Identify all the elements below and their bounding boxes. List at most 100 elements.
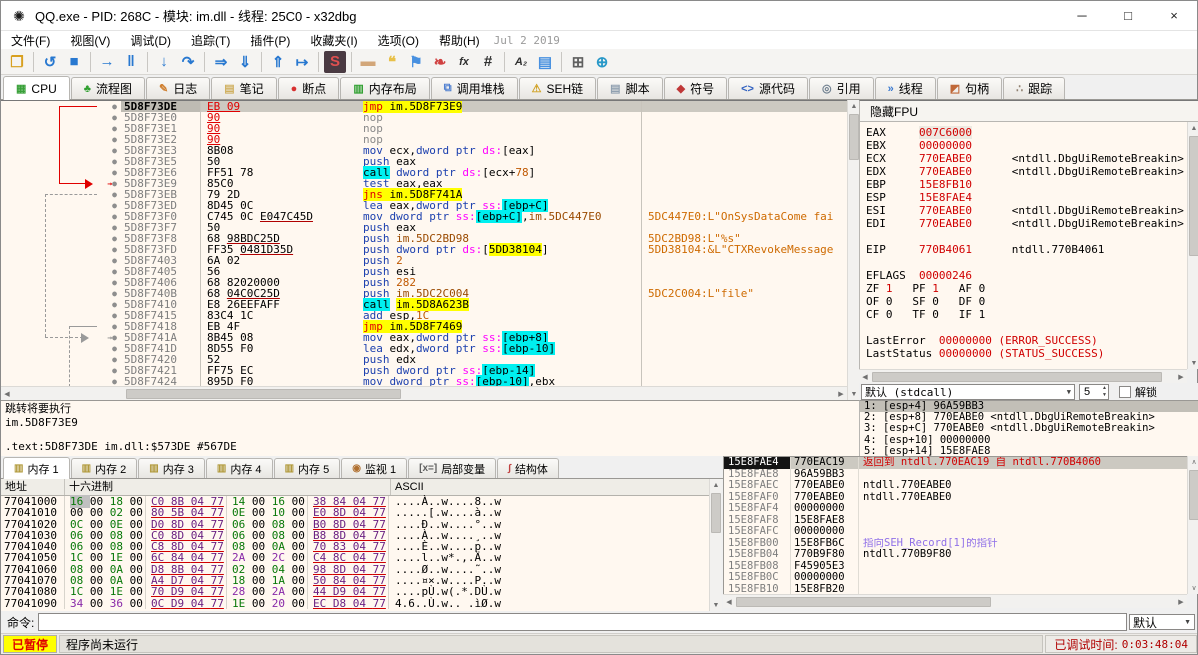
register-line[interactable]: EIP 770B4061 ntdll.770B4061 [866,243,1187,256]
breakpoint-dot[interactable]: ● [97,211,121,222]
breakpoint-dot[interactable]: ● [97,321,121,332]
menu-item[interactable]: 插件(P) [240,31,300,50]
hex-byte[interactable]: EC [313,597,333,610]
tab-符号[interactable]: ◆符号 [664,77,727,99]
label-icon[interactable]: ⚑ [405,51,427,73]
unlock-checkbox[interactable] [1119,386,1131,398]
disasm-vscrollbar[interactable]: ▲ ▼ [847,100,859,400]
breakpoint-dot[interactable]: ● [97,222,121,233]
run-to-user-code-icon[interactable]: ↦ [291,51,313,73]
register-line[interactable]: LastError 00000000 (ERROR_SUCCESS) [866,334,1187,347]
breakpoint-dot[interactable]: ● [97,156,121,167]
tab-句柄[interactable]: ◩句柄 [937,77,1002,99]
menu-item[interactable]: 追踪(T) [181,31,240,50]
register-line[interactable]: EFLAGS 00000246 [866,269,1187,282]
scroll-thumb[interactable] [1189,470,1198,520]
scroll-thumb[interactable] [126,389,401,399]
stack-row[interactable]: 15E8FAFC00000000 [724,526,1187,538]
register-line[interactable]: EBP 15E8FB10 [866,178,1187,191]
tab-SEH链[interactable]: ⚠SEH链 [519,77,597,99]
register-line[interactable] [866,256,1187,269]
hex-byte[interactable]: 34 [70,597,90,610]
command-profile-select[interactable]: 默认 ▼ [1129,614,1195,630]
register-line[interactable]: ZF 1 PF 1 AF 0 [866,282,1187,295]
hex-byte[interactable]: D8 [333,597,353,610]
appearance-icon[interactable]: A₂ [510,51,532,73]
step-into-icon[interactable]: ↓ [153,51,175,73]
command-input[interactable] [38,613,1127,631]
stack-row[interactable]: 15E8FAF400000000 [724,503,1187,515]
registers-pane[interactable]: EAX 007C6000EBX 00000000ECX 770EABE0 <nt… [859,122,1187,369]
help-icon[interactable]: ⊕ [591,51,613,73]
registers-vscrollbar[interactable]: ▲ ▼ [1187,122,1198,369]
register-line[interactable] [866,360,1187,369]
hex-byte[interactable]: 77 [373,597,386,610]
breakpoint-dot[interactable]: ● [97,255,121,266]
breakpoint-dot[interactable]: ● [97,365,121,376]
breakpoint-dot[interactable]: →● [97,178,121,189]
call-arg-row[interactable]: 5: [esp+14] 15E8FAE8 [860,446,1198,456]
register-line[interactable] [866,230,1187,243]
register-line[interactable]: EDX 770EABE0 <ntdll.DbgUiRemoteBreakin> [866,165,1187,178]
tab-引用[interactable]: ◎引用 [809,77,874,99]
breakpoint-dot[interactable]: ● [97,123,121,134]
hex-byte[interactable]: 04 [191,597,211,610]
disassembly-pane[interactable]: ●5D8F73DEEB 09jmp im.5D8F73E9●5D8F73E090… [1,100,847,400]
minimize-button[interactable]: ─ [1059,2,1105,30]
stack-row[interactable]: 15E8FB04770B9F80ntdll.770B9F80 [724,549,1187,561]
stack-pane[interactable]: 15E8FAE4770EAC19返回到 ntdll.770EAC19 自 ntd… [723,456,1187,594]
menu-item[interactable]: 调试(D) [120,31,181,50]
stack-row[interactable]: 15E8FAE4770EAC19返回到 ntdll.770EAC19 自 ntd… [724,457,1187,469]
hex-byte[interactable]: 0C [151,597,171,610]
scroll-left-icon[interactable]: ◀ [723,596,735,608]
memory-dump-pane[interactable]: 地址 十六进制 ASCII 7704100016 00 18 00C0 8B 0… [1,479,709,611]
breakpoint-dot[interactable]: ● [97,266,121,277]
breakpoint-dot[interactable]: ● [97,299,121,310]
patch-icon[interactable]: ▬ [357,51,379,73]
register-line[interactable]: ECX 770EABE0 <ntdll.DbgUiRemoteBreakin> [866,152,1187,165]
scroll-up-icon[interactable]: ∧ [1188,456,1198,468]
stack-row[interactable]: 15E8FB0C00000000 [724,572,1187,584]
menu-item[interactable]: 文件(F) [1,31,60,50]
tab-监视 1[interactable]: ◉监视 1 [341,458,407,478]
scroll-thumb[interactable] [872,372,1162,382]
hex-byte[interactable]: 1E [232,597,252,610]
stack-vscrollbar[interactable]: ∧ ∨ [1187,456,1198,594]
scroll-left-icon[interactable]: ◀ [859,371,871,383]
dump-row[interactable]: 7704109034 00 36 000C D9 04 771E 00 20 0… [1,598,709,609]
tab-跟踪[interactable]: ∴跟踪 [1003,77,1065,99]
run-icon[interactable]: → [96,51,118,73]
register-line[interactable]: EAX 007C6000 [866,126,1187,139]
scroll-thumb[interactable] [1189,136,1198,256]
breakpoint-dot[interactable]: ● [97,343,121,354]
breakpoint-dot[interactable]: ● [97,244,121,255]
hex-byte[interactable]: 00 [90,597,110,610]
arg-count-stepper[interactable]: 5 ▲▼ [1079,384,1109,400]
tab-源代码[interactable]: <>源代码 [728,77,808,99]
register-line[interactable]: OF 0 SF 0 DF 0 [866,295,1187,308]
open-file-icon[interactable]: ❐ [6,51,28,73]
hex-byte[interactable]: 77 [211,597,224,610]
register-line[interactable]: EDI 770EABE0 <ntdll.DbgUiRemoteBreakin> [866,217,1187,230]
step-out-icon[interactable]: ⇑ [267,51,289,73]
maximize-button[interactable]: □ [1105,2,1151,30]
scroll-down-icon[interactable]: ▼ [710,599,722,611]
stack-row[interactable]: 15E8FAEC770EABE0ntdll.770EABE0 [724,480,1187,492]
tab-内存 3[interactable]: ▥内存 3 [138,458,205,478]
breakpoint-dot[interactable]: ● [97,189,121,200]
tab-局部变量[interactable]: [x=]局部变量 [408,458,496,478]
stack-row[interactable]: 15E8FB1015E8FB20 [724,584,1187,595]
scroll-thumb[interactable] [736,597,991,607]
comment-icon[interactable]: ❝ [381,51,403,73]
register-line[interactable]: EBX 00000000 [866,139,1187,152]
animate-icon[interactable]: S [324,51,346,73]
tab-线程[interactable]: »线程 [875,77,936,99]
call-arguments-pane[interactable]: 1: [esp+4] 96A59BB32: [esp+8] 770EABE0 <… [859,400,1198,456]
hex-byte[interactable]: 00 [252,597,272,610]
breakpoint-dot[interactable]: ● [97,101,121,112]
stack-hscrollbar[interactable]: ◀ ▶ [723,594,1187,608]
scroll-down-icon[interactable]: ∨ [1188,582,1198,594]
tab-内存 5[interactable]: ▥内存 5 [274,458,341,478]
tab-内存 2[interactable]: ▥内存 2 [71,458,138,478]
calling-convention-select[interactable]: 默认 (stdcall) ▼ [861,384,1075,400]
